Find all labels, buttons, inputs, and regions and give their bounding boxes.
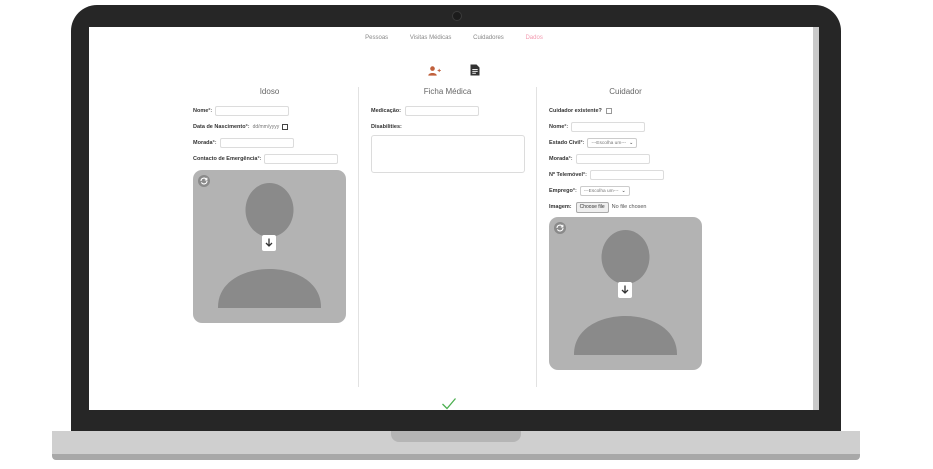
idoso-title: Idoso	[259, 87, 280, 96]
cuidador-photo[interactable]	[549, 217, 702, 370]
idoso-section: Idoso Nome *: Data de Nascimento *: dd/mm/…	[193, 87, 346, 167]
idoso-contacto-input[interactable]	[264, 154, 339, 164]
choose-file-button[interactable]: Choose file	[575, 201, 609, 213]
medicacao-input[interactable]	[404, 106, 479, 116]
nav-item-visitas-medicas[interactable]: Visitas Médicas	[410, 35, 452, 41]
cuidador-morada-input[interactable]	[575, 154, 650, 164]
estado-civil-label: Estado Civil	[549, 140, 581, 146]
refresh-icon[interactable]	[198, 175, 210, 187]
file-status: No file chosen	[611, 204, 647, 210]
idoso-nome-row: Nome *:	[193, 103, 346, 119]
calendar-icon[interactable]	[282, 124, 289, 130]
idoso-photo[interactable]	[193, 170, 346, 323]
ficha-medica-section: Ficha Médica Medicação: Disabilities:	[371, 87, 525, 173]
idoso-nascimento-row: Data de Nascimento *: dd/mm/yyyy	[193, 119, 346, 135]
screen: Pessoas Visitas Médicas Cuidadores Dados…	[89, 27, 819, 410]
laptop-notch	[391, 431, 521, 442]
medicacao-label: Medicação:	[371, 108, 401, 114]
telemovel-row: Nº Telemóvel *:	[549, 167, 702, 183]
idoso-contacto-label: Contacto de Emergência	[193, 156, 258, 162]
form-tabs	[89, 63, 819, 81]
cuidador-morada-label: Morada	[549, 156, 569, 162]
nav-item-dados[interactable]: Dados	[525, 35, 542, 41]
chevron-down-icon: ⌄	[621, 188, 626, 194]
cuidador-existente-checkbox[interactable]	[605, 108, 612, 114]
medicacao-row: Medicação:	[371, 103, 524, 119]
add-user-icon[interactable]	[428, 63, 442, 81]
idoso-morada-label: Morada	[193, 140, 213, 146]
cuidador-title: Cuidador	[609, 87, 642, 96]
idoso-nascimento-input[interactable]: dd/mm/yyyy	[253, 124, 289, 130]
chevron-down-icon: ⌄	[629, 140, 634, 146]
disabilities-label: Disabilities:	[371, 124, 402, 130]
checkmark-icon[interactable]	[441, 397, 457, 410]
idoso-nome-label: Nome	[193, 108, 209, 114]
nav-item-cuidadores[interactable]: Cuidadores	[473, 35, 504, 41]
emprego-select[interactable]: ---Escolha um--- ⌄	[579, 186, 630, 196]
imagem-row: Imagem: Choose file No file chosen	[549, 199, 702, 215]
scrollbar[interactable]	[813, 27, 819, 410]
column-divider-right	[536, 87, 537, 387]
document-icon[interactable]	[470, 63, 480, 81]
cuidador-existente-row: Cuidador existente?	[549, 103, 702, 119]
telemovel-label: Nº Telemóvel	[549, 172, 584, 178]
refresh-icon[interactable]	[554, 222, 566, 234]
idoso-morada-input[interactable]	[219, 138, 294, 148]
idoso-nascimento-label: Data de Nascimento	[193, 124, 246, 130]
emprego-label: Emprego	[549, 188, 573, 194]
top-nav: Pessoas Visitas Médicas Cuidadores Dados	[89, 35, 819, 41]
cuidador-nome-row: Nome *:	[549, 119, 702, 135]
ficha-title: Ficha Médica	[423, 87, 472, 96]
download-icon[interactable]	[262, 235, 276, 251]
laptop-base-edge	[52, 454, 860, 460]
imagem-label: Imagem:	[549, 204, 572, 210]
idoso-nome-input[interactable]	[215, 106, 290, 116]
disabilities-textarea[interactable]	[371, 135, 525, 173]
nav-item-pessoas[interactable]: Pessoas	[365, 35, 388, 41]
column-divider-left	[358, 87, 359, 387]
cuidador-existente-label: Cuidador existente?	[549, 108, 602, 114]
camera-dot	[452, 11, 462, 21]
download-icon[interactable]	[618, 282, 632, 298]
idoso-contacto-row: Contacto de Emergência *:	[193, 151, 346, 167]
emprego-row: Emprego *: ---Escolha um--- ⌄	[549, 183, 702, 199]
estado-civil-row: Estado Civil *: ---Escolha um--- ⌄	[549, 135, 702, 151]
estado-civil-select[interactable]: ---Escolha um--- ⌄	[587, 138, 638, 148]
telemovel-input[interactable]	[590, 170, 664, 180]
cuidador-nome-label: Nome	[549, 124, 565, 130]
cuidador-morada-row: Morada *:	[549, 151, 702, 167]
cuidador-nome-input[interactable]	[571, 122, 646, 132]
cuidador-section: Cuidador Cuidador existente? Nome *: Esta…	[549, 87, 702, 215]
idoso-morada-row: Morada *:	[193, 135, 346, 151]
disabilities-row: Disabilities:	[371, 119, 524, 135]
